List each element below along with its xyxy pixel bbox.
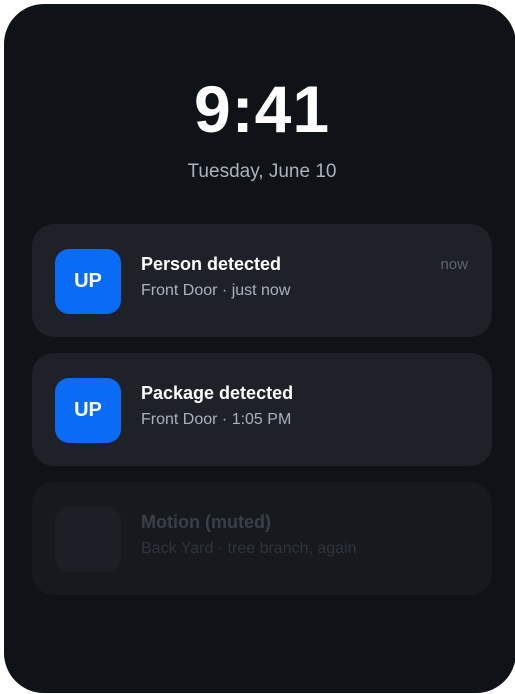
notification-title: Motion (muted) [141,512,271,532]
notification-subtitle: Back Yard · tree branch, again [141,540,357,557]
app-icon [55,507,121,572]
notification-subtitle: Front Door · just now [141,282,291,299]
clock-time: 9:41 [193,72,331,146]
notification-subtitle: Front Door · 1:05 PM [141,411,292,428]
app-icon: UP [55,249,121,314]
clock-date: Tuesday, June 10 [187,161,337,182]
app-icon: UP [55,378,121,443]
notification-motion-muted[interactable]: Motion (muted) Back Yard · tree branch, … [32,482,492,595]
notification-title: Package detected [141,383,294,403]
notification-title: Person detected [141,254,282,274]
notification-package-detected[interactable]: UP Package detected Front Door · 1:05 PM [32,353,492,466]
notification-person-detected[interactable]: UP Person detected Front Door · just now… [32,224,492,337]
notification-time: now [440,256,468,273]
lock-screen: 9:41 Tuesday, June 10 UP Person detected… [4,4,515,693]
